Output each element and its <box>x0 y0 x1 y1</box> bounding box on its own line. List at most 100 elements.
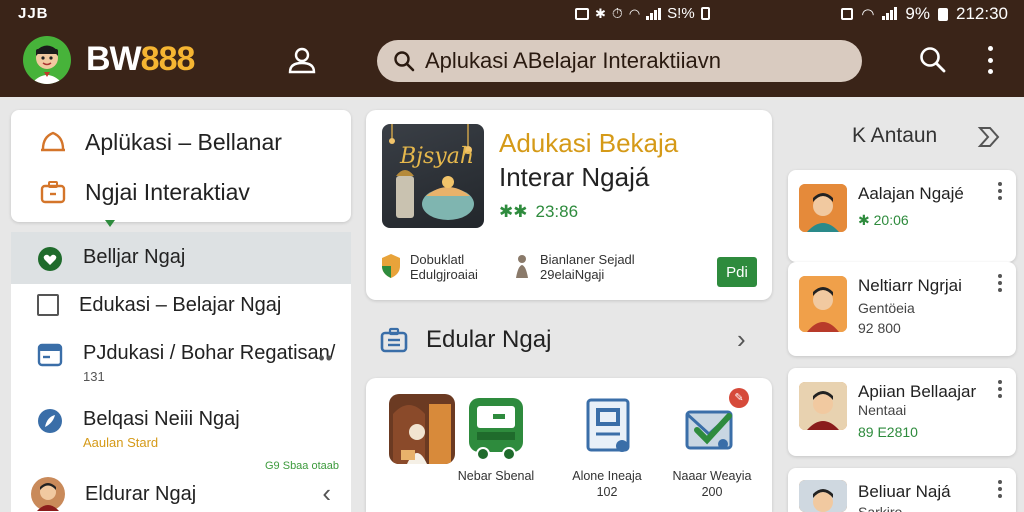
search-button[interactable] <box>918 45 948 75</box>
lesson-title: Neltiarr Ngrjai <box>858 276 962 295</box>
lesson-thumbnail <box>799 184 847 232</box>
feather-icon <box>38 409 62 433</box>
envelope-check-icon: ✎ <box>679 388 749 464</box>
chevron-left-icon[interactable]: ‹ <box>322 478 331 509</box>
meta-line: 29elaiNgaji <box>540 267 605 282</box>
app-name: Naaar Weayia <box>672 469 752 483</box>
status-icons-middle: ✱ ⏱ ◠ S!% <box>575 5 710 22</box>
lesson-subtitle: Nentaai <box>858 402 907 418</box>
lesson-subtitle: Sarkiro <box>858 504 903 512</box>
menu-item-aplikasi[interactable]: Aplükasi – Bellanar <box>11 118 351 166</box>
status-bar: JJB ✱ ⏱ ◠ S!% ◠ 9% 212:30 <box>0 0 1024 28</box>
battery-icon <box>938 7 948 21</box>
logo-avatar[interactable] <box>23 36 71 84</box>
notification-icon <box>841 8 854 20</box>
lesson-card[interactable]: Apiian Bellaajar Nentaai 89 E2810 <box>788 368 1016 456</box>
illustration-icon <box>389 394 455 464</box>
child-avatar-icon <box>31 45 63 84</box>
search-input[interactable] <box>425 48 845 74</box>
featured-rating: ✱✱ 23:86 <box>499 202 578 222</box>
brand-text-primary: BW <box>86 40 142 78</box>
section-title: Edular Ngaj <box>426 326 552 353</box>
battery-icon <box>700 7 710 20</box>
more-icon[interactable]: •• <box>318 348 333 369</box>
wifi-icon: ◠ <box>628 5 641 21</box>
nav-item-pdukasi[interactable]: PJdukasi / Bohar Regatisan/ 131 •• <box>11 342 351 398</box>
section-header[interactable]: Edular Ngaj <box>380 318 760 362</box>
app-tile[interactable]: Alone Ineaja 102 <box>561 394 653 500</box>
app-tile[interactable]: ✎ Naaar Weayia 200 <box>666 388 758 500</box>
rating-value: 23:86 <box>535 202 579 221</box>
lesson-thumbnail <box>799 276 847 332</box>
edit-badge-icon[interactable]: ✎ <box>729 388 749 408</box>
search-bar[interactable] <box>377 40 862 82</box>
overflow-menu-button[interactable] <box>982 46 998 74</box>
nav-item-belajar-ngaji[interactable]: Belljar Ngaj <box>11 232 351 284</box>
alarm-icon: ⏱ <box>611 5 623 21</box>
nav-item-label: Eldurar Ngaj <box>85 482 197 505</box>
calendar-icon <box>37 343 63 367</box>
featured-meta-publisher: Dobuklatl Edulgjroaiai <box>380 252 478 282</box>
featured-app-card[interactable]: Bjsyah Adukasi Bekaja Interar Ngajá ✱✱ 2… <box>366 110 772 300</box>
cap-icon <box>41 131 65 152</box>
nav-item-label: PJdukasi / Bohar Regatisan/ <box>83 342 336 364</box>
sync-icon: ✱ <box>595 5 606 21</box>
bus-icon <box>463 394 529 464</box>
shield-logo-icon <box>382 254 400 278</box>
more-vertical-icon[interactable] <box>998 480 1002 498</box>
clock: 212:30 <box>956 4 1008 23</box>
account-button[interactable] <box>286 44 318 76</box>
lesson-card[interactable]: Aalajan Ngajé ✱ 20:06 <box>788 170 1016 262</box>
nav-item-belqasi[interactable]: Belqasi Neiii Ngaj Aaulan Stard <box>11 408 351 464</box>
checkbox-icon[interactable] <box>37 294 59 316</box>
avatar-icon <box>31 477 65 511</box>
lesson-card[interactable]: Beliuar Najá Sarkiro <box>788 468 1016 512</box>
lesson-title: Beliuar Najá <box>858 482 951 501</box>
nav-item-count: 131 <box>83 369 105 384</box>
search-icon <box>920 47 946 73</box>
menu-item-ngaji[interactable]: Ngjai Interaktiav <box>11 168 351 216</box>
lesson-thumbnail <box>799 382 847 430</box>
ramadan-lantern-icon <box>389 124 474 220</box>
more-vertical-icon[interactable] <box>998 182 1002 200</box>
lesson-title: Apiian Bellaajar <box>858 382 977 401</box>
chevron-right-icon[interactable]: › <box>737 324 746 355</box>
nav-item-eldurar[interactable]: Eldurar Ngaj ‹ <box>11 476 351 512</box>
briefcase-icon <box>380 327 408 353</box>
left-top-menu-card: Aplükasi – Bellanar Ngjai Interaktiav <box>11 110 351 227</box>
card-pointer <box>105 220 115 227</box>
featured-image-caption: Bjsyah <box>400 144 474 169</box>
search-icon <box>394 51 415 72</box>
heart-icon <box>38 247 62 271</box>
status-mid-text: S!% <box>667 5 695 22</box>
status-icons-right: ◠ 9% 212:30 <box>841 4 1008 24</box>
app-bar: BW888 <box>0 28 1024 97</box>
nav-item-label: Belljar Ngaj <box>83 246 186 268</box>
menu-item-label: Aplükasi – Bellanar <box>85 128 282 155</box>
signal-icon <box>882 7 898 20</box>
meta-line: Bianlaner Sejadl <box>540 252 635 267</box>
notification-icon <box>575 7 589 20</box>
document-icon <box>574 394 640 464</box>
app-count: 102 <box>596 485 618 499</box>
share-icon[interactable] <box>976 124 1002 150</box>
featured-meta-category: Bianlaner Sejadl 29elaiNgaji <box>512 252 635 282</box>
lesson-count: 89 E2810 <box>858 424 918 440</box>
apps-grid-card: Nebar Sbenal Alone Ineaja 102 ✎ Naaar We… <box>366 378 772 512</box>
lesson-subtitle: Gentöeia <box>858 300 915 316</box>
more-vertical-icon[interactable] <box>998 274 1002 292</box>
meta-line: Edulgjroaiai <box>410 267 478 282</box>
install-button[interactable]: Pdi <box>717 257 757 287</box>
nav-item-label: Edukasi – Belajar Ngaj <box>79 294 282 316</box>
more-vertical-icon[interactable] <box>998 380 1002 398</box>
nav-item-label: Belqasi Neiii Ngaj <box>83 408 240 430</box>
featured-title-line1: Adukasi Bekaja <box>499 128 679 158</box>
list-tag: G9 Sbaa otaab <box>265 460 340 472</box>
lesson-card[interactable]: Neltiarr Ngrjai Gentöeia 92 800 <box>788 262 1016 356</box>
status-left-text: JJB <box>18 5 49 22</box>
user-icon <box>288 47 316 74</box>
nav-item-edukasi[interactable]: Edukasi – Belajar Ngaj <box>11 294 351 338</box>
app-tile[interactable]: Nebar Sbenal <box>450 394 542 484</box>
right-panel-title: K Antaun <box>852 124 938 147</box>
lesson-thumbnail <box>799 480 847 512</box>
